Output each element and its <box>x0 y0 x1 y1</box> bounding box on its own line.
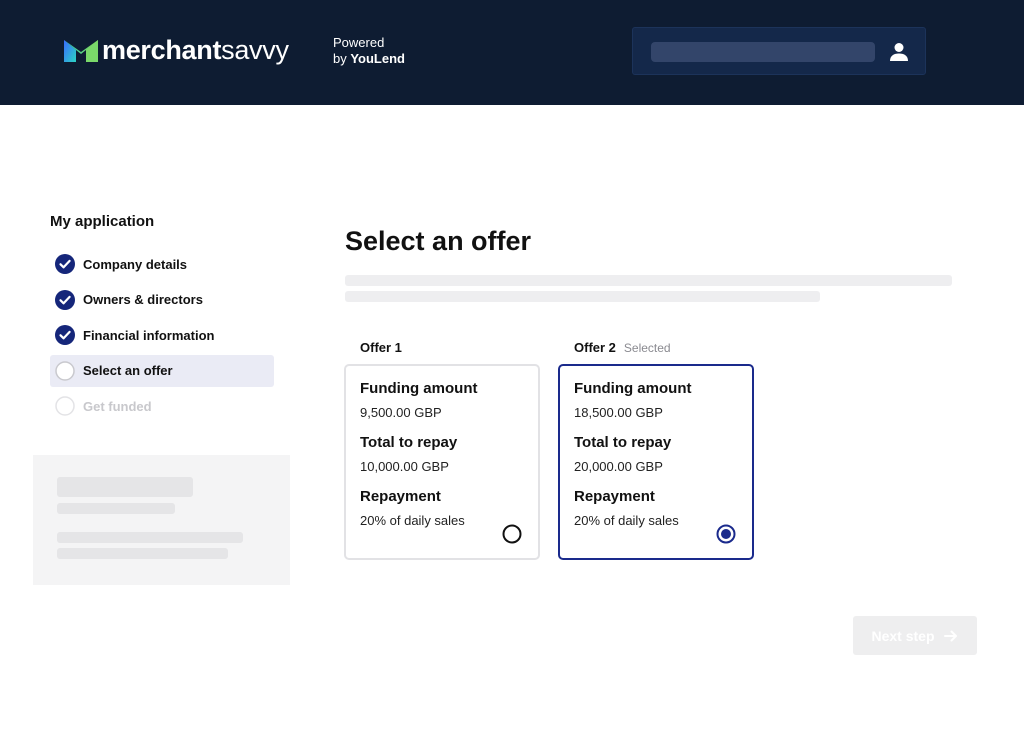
application-steps: Company details Owners & directors Finan… <box>50 248 274 426</box>
merchantsavvy-logo[interactable]: merchantsavvy <box>64 36 289 64</box>
funding-amount-value: 9,500.00 GBP <box>360 405 442 420</box>
funding-amount-heading: Funding amount <box>360 380 478 397</box>
empty-circle-icon <box>55 396 75 416</box>
offer-1-heading: Offer 1 <box>360 340 402 355</box>
step-label: Owners & directors <box>83 292 203 307</box>
user-icon[interactable] <box>887 40 911 64</box>
check-circle-icon <box>55 289 75 310</box>
offer-2-heading: Offer 2 Selected <box>574 340 671 355</box>
next-step-button[interactable]: Next step <box>853 616 977 655</box>
skeleton-description-line <box>345 275 952 286</box>
brand-name-bold: merchant <box>102 35 222 65</box>
skeleton-line <box>57 503 175 514</box>
offer-card-1[interactable]: Funding amount 9,500.00 GBP Total to rep… <box>344 364 540 560</box>
step-financial-information[interactable]: Financial information <box>50 319 274 351</box>
repayment-heading: Repayment <box>360 488 441 505</box>
funding-amount-value: 18,500.00 GBP <box>574 405 663 420</box>
total-repay-heading: Total to repay <box>574 434 672 451</box>
skeleton-description-line <box>345 291 820 302</box>
repayment-value: 20% of daily sales <box>574 513 679 528</box>
skeleton-line <box>57 532 243 543</box>
powered-prefix: by <box>333 51 351 66</box>
empty-circle-icon <box>55 360 75 381</box>
sidebar-placeholder-card <box>33 455 290 585</box>
page-title: Select an offer <box>345 226 532 256</box>
total-repay-value: 10,000.00 GBP <box>360 459 449 474</box>
skeleton-line <box>57 548 228 559</box>
step-owners-directors[interactable]: Owners & directors <box>50 284 274 316</box>
brand-name-light: savvy <box>221 35 289 65</box>
check-circle-icon <box>55 325 75 345</box>
powered-brand: YouLend <box>350 51 405 66</box>
step-get-funded: Get funded <box>50 390 274 422</box>
step-label: Company details <box>83 256 188 272</box>
powered-line-2: by YouLend <box>333 51 405 67</box>
offer-name: Offer 1 <box>360 340 402 355</box>
step-company-details[interactable]: Company details <box>50 248 274 280</box>
check-circle-icon <box>55 254 75 274</box>
step-label: Select an offer <box>83 363 173 378</box>
total-repay-value: 20,000.00 GBP <box>574 459 663 474</box>
brand-name: merchantsavvy <box>102 36 289 64</box>
powered-line-1: Powered <box>333 35 385 50</box>
step-label: Get funded <box>83 398 152 414</box>
offer-2-radio[interactable] <box>716 524 736 544</box>
account-name-placeholder <box>651 42 875 62</box>
repayment-heading: Repayment <box>574 488 655 505</box>
offer-1-radio[interactable] <box>502 524 522 544</box>
account-menu[interactable] <box>632 27 926 75</box>
selected-label: Selected <box>623 341 671 355</box>
total-repay-heading: Total to repay <box>360 434 458 451</box>
offer-name: Offer 2 <box>574 340 616 355</box>
top-header: merchantsavvy Powered by YouLend <box>0 0 1024 105</box>
skeleton-heading <box>57 477 193 497</box>
step-select-offer[interactable]: Select an offer <box>50 354 274 387</box>
repayment-value: 20% of daily sales <box>360 513 465 528</box>
sidebar-title: My application <box>50 213 155 230</box>
next-step-label: Next step <box>871 627 935 644</box>
arrow-right-icon <box>943 630 957 641</box>
brand-mark-icon <box>64 40 98 62</box>
funding-amount-heading: Funding amount <box>574 380 692 397</box>
step-label: Financial information <box>83 327 215 343</box>
powered-by-text: Powered by YouLend <box>333 35 405 67</box>
offer-card-2[interactable]: Funding amount 18,500.00 GBP Total to re… <box>558 364 754 560</box>
